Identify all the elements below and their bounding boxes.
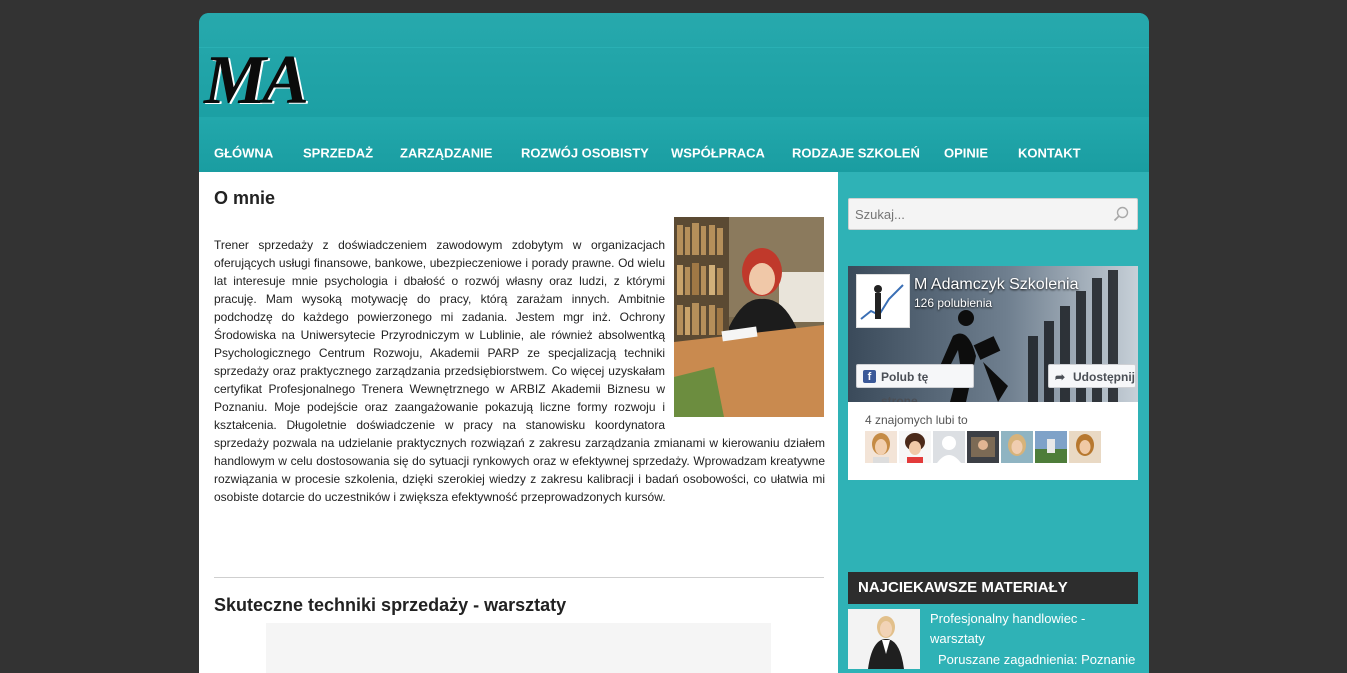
video-placeholder <box>266 623 771 673</box>
facebook-share-label: Udostępnij <box>1073 370 1135 384</box>
nav-item-rozwoj-osobisty[interactable]: ROZWÓJ OSOBISTY <box>521 146 649 161</box>
material-thumbnail[interactable] <box>848 609 920 669</box>
search-box <box>848 198 1138 230</box>
nav-item-wspolpraca[interactable]: WSPÓŁPRACA <box>671 146 765 161</box>
material-description: Poruszane zagadnienia: Poznanie <box>938 652 1136 667</box>
friend-avatar[interactable] <box>865 431 897 463</box>
materials-header: NAJCIEKAWSZE MATERIAŁY <box>848 572 1138 604</box>
facebook-page-name[interactable]: M Adamczyk Szkolenia <box>914 276 1079 294</box>
friend-avatar[interactable] <box>1035 431 1067 463</box>
friend-avatar[interactable] <box>967 431 999 463</box>
facebook-friends-label: 4 znajomych lubi to <box>865 413 968 427</box>
header-divider <box>199 47 1149 48</box>
friend-avatar[interactable] <box>1069 431 1101 463</box>
nav-item-glowna[interactable]: GŁÓWNA <box>214 146 273 161</box>
nav-item-rodzaje-szkolen[interactable]: RODZAJE SZKOLEŃ <box>792 146 920 161</box>
site-header: MA GŁÓWNA SPRZEDAŻ ZARZĄDZANIE ROZWÓJ OS… <box>199 13 1149 172</box>
facebook-share-button[interactable]: ➦ Udostępnij <box>1048 364 1136 388</box>
page-wrapper: MA GŁÓWNA SPRZEDAŻ ZARZĄDZANIE ROZWÓJ OS… <box>199 13 1149 673</box>
facebook-like-count: 126 polubienia <box>914 296 993 310</box>
nav-item-zarzadzanie[interactable]: ZARZĄDZANIE <box>400 146 492 161</box>
facebook-widget: M Adamczyk Szkolenia 126 polubienia f Po… <box>848 266 1138 480</box>
site-logo[interactable]: MA <box>204 46 309 116</box>
about-title: O mnie <box>214 188 276 208</box>
main-nav: GŁÓWNA SPRZEDAŻ ZARZĄDZANIE ROZWÓJ OSOBI… <box>199 117 1149 172</box>
friend-avatar-default[interactable] <box>933 431 965 463</box>
share-arrow-icon: ➦ <box>1055 370 1066 384</box>
material-link[interactable]: Profesjonalny handlowiec - warsztaty <box>930 609 1135 649</box>
search-input[interactable] <box>849 199 1111 229</box>
search-icon[interactable] <box>1113 206 1129 227</box>
sidebar: M Adamczyk Szkolenia 126 polubienia f Po… <box>838 172 1149 673</box>
facebook-like-button[interactable]: f Polub tę stronę <box>856 364 974 402</box>
main-content: O mnie Trener sprzedaży z doświadczeniem… <box>199 172 838 673</box>
nav-item-sprzedaz[interactable]: SPRZEDAŻ <box>303 146 373 161</box>
friend-avatar[interactable] <box>899 431 931 463</box>
section-divider <box>214 577 824 578</box>
text-float-spacer <box>665 236 825 418</box>
section2-title: Skuteczne techniki sprzedaży - warsztaty <box>214 595 567 615</box>
facebook-cover: M Adamczyk Szkolenia 126 polubienia f Po… <box>848 266 1138 402</box>
facebook-page-thumbnail[interactable] <box>856 274 910 328</box>
nav-item-opinie[interactable]: OPINIE <box>944 146 988 161</box>
nav-item-kontakt[interactable]: KONTAKT <box>1018 146 1081 161</box>
friend-avatar[interactable] <box>1001 431 1033 463</box>
facebook-icon: f <box>863 370 876 383</box>
about-text: Trener sprzedaży z doświadczeniem zawodo… <box>214 236 825 506</box>
